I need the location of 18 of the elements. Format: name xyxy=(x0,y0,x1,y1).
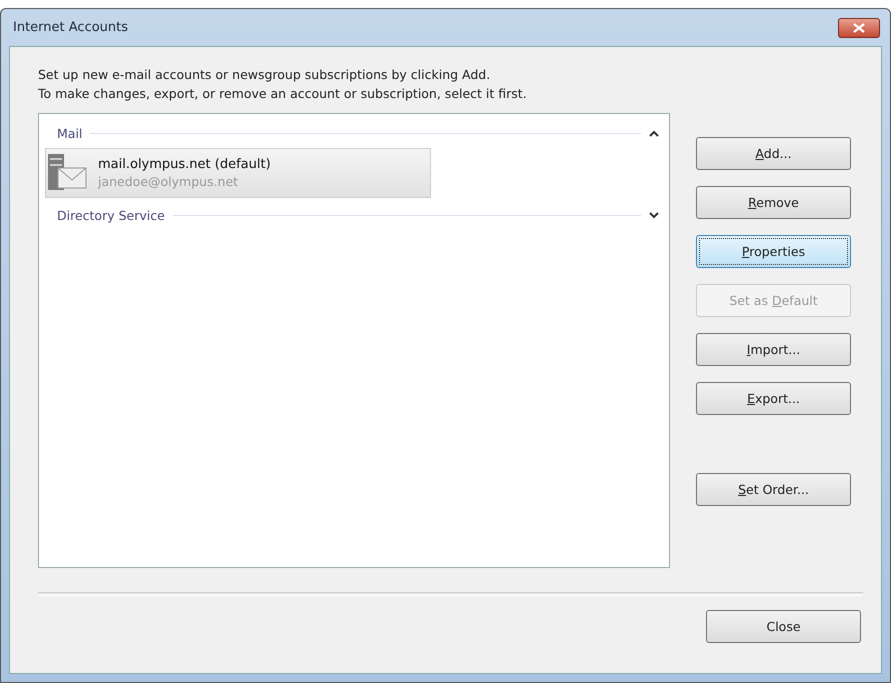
action-button[interactable]: Remove xyxy=(696,186,851,219)
close-icon[interactable] xyxy=(838,18,880,38)
group-header: Mail xyxy=(57,126,82,140)
group-header: Directory Service xyxy=(57,208,165,222)
set-order-button[interactable]: Set Order... xyxy=(696,473,851,506)
action-button[interactable]: Add... xyxy=(696,137,851,170)
instruction-text: To make changes, export, or remove an account or subscription, select it first. xyxy=(38,85,528,103)
close-button[interactable]: Close xyxy=(706,610,861,643)
action-button[interactable]: Import... xyxy=(696,333,851,366)
account-email: janedoe@olympus.net xyxy=(98,174,240,189)
instruction-text: Set up new e-mail accounts or newsgroup subscriptions by clicking Add. xyxy=(38,66,492,84)
account-name: mail.olympus.net (default) xyxy=(98,157,271,172)
action-button[interactable]: Properties xyxy=(696,235,851,268)
window-title: Internet Accounts xyxy=(13,20,128,35)
action-button[interactable]: Export... xyxy=(696,382,851,415)
account-item[interactable]: mail.olympus.net (default) janedoe@olympus.net xyxy=(45,148,431,198)
collapse-chevron-icon[interactable] xyxy=(649,130,659,136)
expand-chevron-icon[interactable] xyxy=(649,212,659,218)
